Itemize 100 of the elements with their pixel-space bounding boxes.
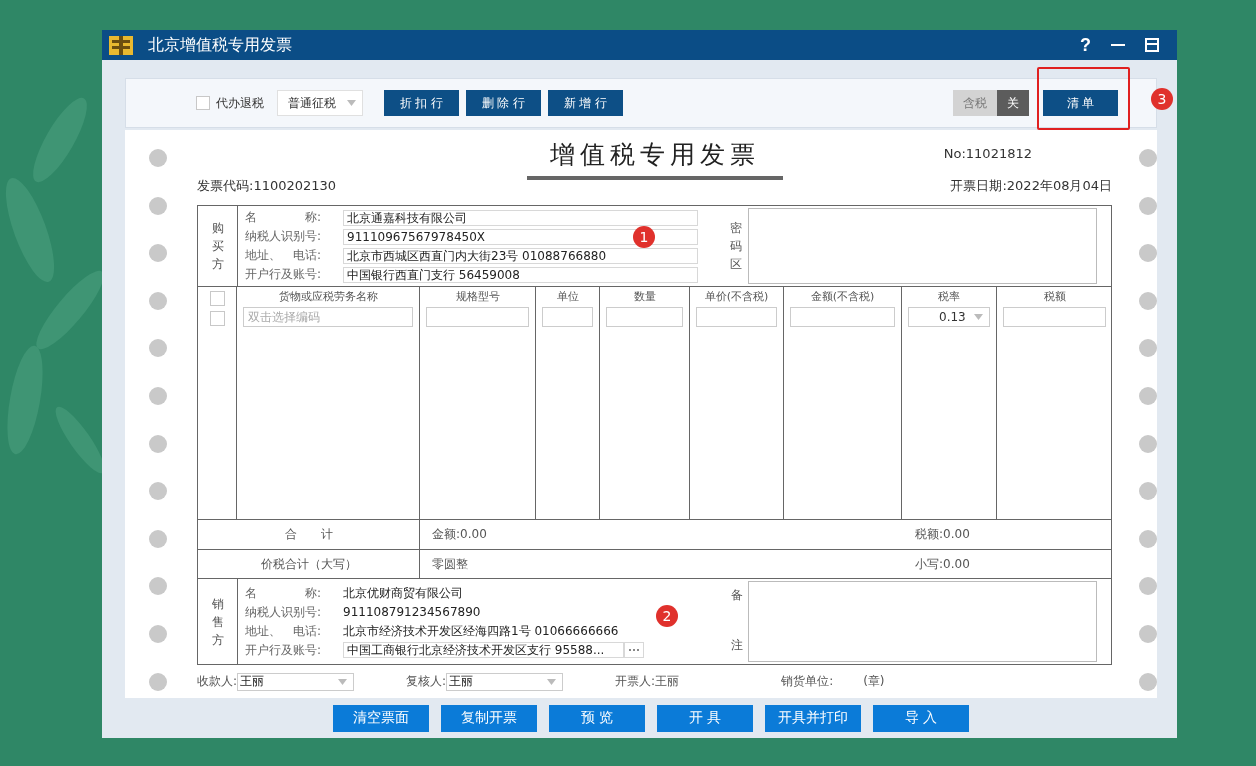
punch-hole <box>1139 244 1157 263</box>
field-label: 地址、 电话: <box>245 622 323 640</box>
list-button[interactable]: 清 单 <box>1043 90 1118 116</box>
annotation-badge: 2 <box>656 605 678 627</box>
text-field[interactable]: 中国工商银行北京经济技术开发区支行 95588... <box>343 642 624 658</box>
section-label: 密码区 <box>730 220 742 273</box>
invoice-code: 发票代码:1100202130 <box>197 177 338 195</box>
section-label: 注 <box>731 637 743 654</box>
seller-unit-label: 销货单位: <box>781 673 834 690</box>
punch-hole <box>1139 482 1157 501</box>
checkbox[interactable] <box>196 96 210 110</box>
caret-icon <box>974 314 983 320</box>
checkbox-label: 代办退税 <box>216 94 264 112</box>
toolbar-button[interactable]: 删 除 行 <box>466 90 541 116</box>
punch-hole <box>1139 624 1157 643</box>
text-field[interactable] <box>790 307 895 327</box>
window-title: 北京增值税专用发票 <box>148 34 292 56</box>
field-label: 名 称: <box>245 584 323 602</box>
annotation-badge: 3 <box>1151 88 1173 110</box>
section-label: 销售方 <box>211 595 224 649</box>
field-label: 收款人: <box>197 673 238 690</box>
action-button[interactable]: 开具并打印 <box>765 704 861 732</box>
punch-hole <box>149 196 167 215</box>
caret-icon <box>347 100 356 106</box>
reviewer-dropdown[interactable]: 王丽 <box>446 672 564 691</box>
punch-hole <box>1139 291 1157 310</box>
more-button[interactable] <box>624 642 644 658</box>
text-field[interactable] <box>696 307 777 327</box>
payee-dropdown[interactable]: 王丽 <box>237 672 355 691</box>
text-field[interactable] <box>1003 307 1106 327</box>
tax-rate-dropdown[interactable]: 0.13 <box>908 307 990 327</box>
column-header: 税额 <box>1043 289 1066 305</box>
column-header: 规格型号 <box>455 289 500 305</box>
text-field[interactable]: 北京通嘉科技有限公司 <box>343 209 698 226</box>
field-label: 开户行及账号: <box>245 266 323 283</box>
punch-hole <box>149 149 167 167</box>
column-header: 税率 <box>938 289 960 305</box>
issue-date: 开票日期:2022年08月04日 <box>950 177 1112 195</box>
text-field[interactable]: 双击选择编码 <box>243 307 413 327</box>
seal-label: (章) <box>863 673 885 690</box>
field-value: 北京市经济技术开发区经海四路1号 01066666666 <box>343 622 619 640</box>
total-tax: 税额:0.00 <box>914 526 971 543</box>
text-field[interactable]: 北京市西城区西直门内大街23号 01088766880 <box>343 247 698 264</box>
window-icon <box>1145 38 1159 52</box>
checkbox[interactable] <box>209 291 225 306</box>
punch-hole <box>149 244 167 263</box>
field-label: 开户行及账号: <box>245 641 323 659</box>
column-header: 金额(不含税) <box>810 289 875 305</box>
grand-total-label: 价税合计（大写） <box>198 550 420 578</box>
amount-in-words: 零圆整 <box>431 555 469 573</box>
punch-hole <box>1139 529 1157 548</box>
column-header: 数量 <box>633 289 656 305</box>
punch-hole <box>149 672 167 691</box>
field-label: 复核人: <box>406 673 447 690</box>
punch-hole <box>149 434 167 453</box>
punch-hole <box>149 291 167 310</box>
checkbox[interactable] <box>209 311 225 326</box>
total-label: 合 计 <box>198 520 420 549</box>
app-logo-icon <box>108 33 134 57</box>
punch-hole <box>1139 196 1157 215</box>
punch-hole <box>1139 672 1157 691</box>
punch-hole <box>149 339 167 358</box>
invoice-number: No:11021812 <box>943 146 1032 161</box>
text-field[interactable] <box>426 307 529 327</box>
action-button[interactable]: 清空票面 <box>333 704 429 732</box>
field-label: 地址、 电话: <box>245 247 323 264</box>
amount-in-figures: 小写:0.00 <box>914 555 971 573</box>
field-label: 纳税人识别号: <box>245 603 323 621</box>
toolbar-button[interactable]: 折 扣 行 <box>384 90 459 116</box>
punch-hole <box>149 529 167 548</box>
field-label: 名 称: <box>245 209 323 226</box>
action-button[interactable]: 开 具 <box>657 704 753 732</box>
caret-icon <box>338 678 348 685</box>
issuer-label: 开票人:王丽 <box>615 673 680 690</box>
levy-type-dropdown[interactable]: 普通征税 <box>277 90 363 116</box>
text-field[interactable] <box>606 307 683 327</box>
column-header: 单价(不含税) <box>704 289 769 305</box>
action-button[interactable]: 导 入 <box>873 704 969 732</box>
punch-hole <box>1139 339 1157 358</box>
punch-hole <box>149 624 167 643</box>
toolbar-button[interactable]: 新 增 行 <box>548 90 623 116</box>
total-amount: 金额:0.00 <box>431 526 488 543</box>
invoice-title: 增值税专用发票 <box>549 140 760 170</box>
annotation-badge: 1 <box>633 226 655 248</box>
field-value: 911108791234567890 <box>343 605 481 619</box>
help-button[interactable]: ? <box>1076 34 1095 56</box>
field-value: 北京优财商贸有限公司 <box>343 584 463 602</box>
punch-hole <box>1139 434 1157 453</box>
punch-hole <box>1139 149 1157 167</box>
action-button[interactable]: 预 览 <box>549 704 645 732</box>
column-header: 货物或应税劳务名称 <box>278 289 378 305</box>
remarks-field[interactable] <box>748 581 1097 662</box>
punch-hole <box>149 482 167 501</box>
punch-hole <box>1139 386 1157 405</box>
action-button[interactable]: 复制开票 <box>441 704 537 732</box>
text-field[interactable]: 中国银行西直门支行 56459008 <box>343 266 698 283</box>
punch-hole <box>149 577 167 596</box>
section-label: 备 <box>731 587 743 604</box>
text-field[interactable] <box>542 307 593 327</box>
caret-icon <box>547 678 557 685</box>
